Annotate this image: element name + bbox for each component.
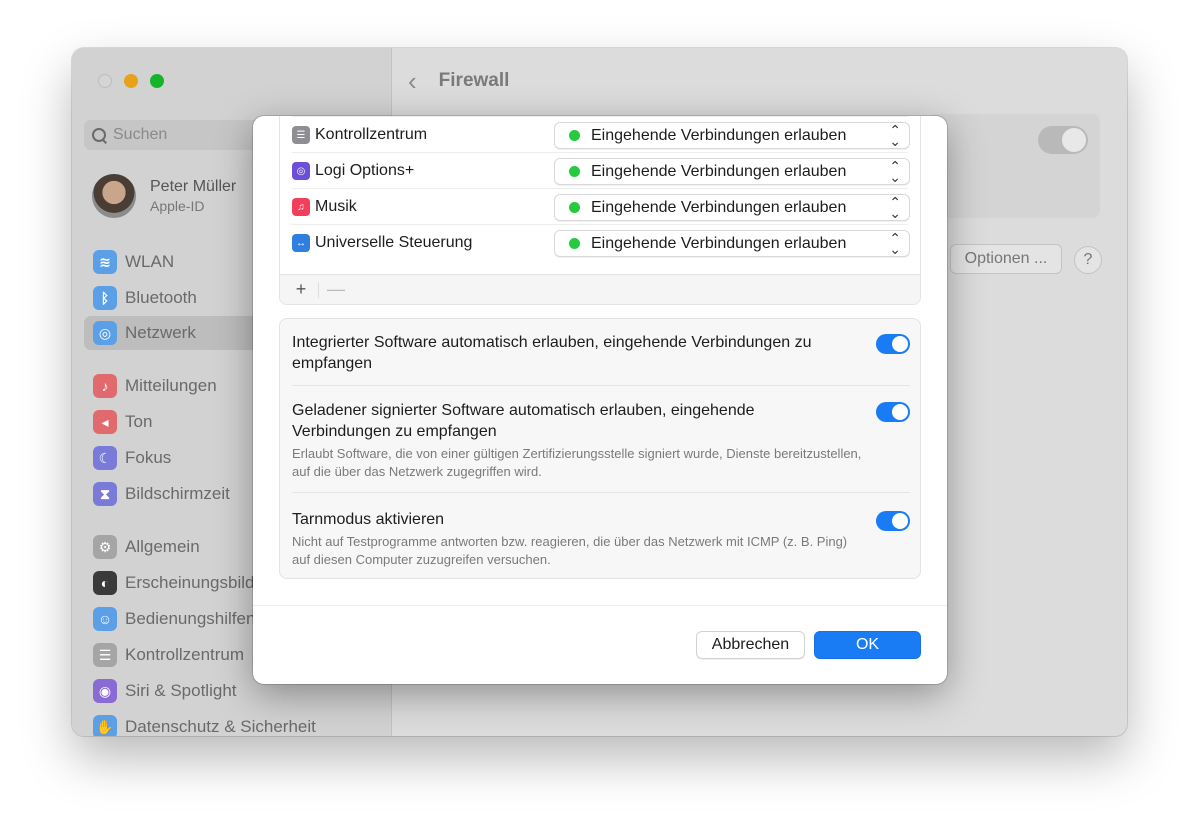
search-icon: [92, 127, 107, 143]
connection-state: Eingehende Verbindungen erlauben: [591, 234, 847, 252]
zoom-window-button[interactable]: [150, 74, 164, 88]
option-label: Geladener signierter Software automatisc…: [292, 402, 755, 440]
moon-icon: ☾: [93, 446, 117, 470]
option-builtin-software: Integrierter Software automatisch erlaub…: [292, 332, 910, 386]
status-dot: [569, 238, 580, 249]
connection-state: Eingehende Verbindungen erlauben: [591, 126, 847, 144]
chevron-updown-icon: ⌃ ⌄: [889, 194, 901, 221]
firewall-toggle[interactable]: [1038, 126, 1088, 154]
sidebar-item-label: Netzwerk: [125, 323, 196, 342]
remove-app-button[interactable]: —: [325, 279, 347, 300]
sidebar-item-datenschutz[interactable]: ✋ Datenschutz & Sicherheit: [84, 710, 388, 736]
firewall-options-sheet: ☰ Kontrollzentrum Eingehende Verbindunge…: [253, 116, 947, 684]
sidebar-item-label: Erscheinungsbild: [125, 573, 255, 592]
sidebar-item-label: Datenschutz & Sicherheit: [125, 717, 316, 736]
hand-icon: ✋: [93, 715, 117, 736]
divider: [253, 605, 947, 606]
apple-id-profile[interactable]: Peter Müller Apple-ID: [92, 174, 236, 218]
firewall-options-group: Integrierter Software automatisch erlaub…: [279, 318, 921, 579]
options-button[interactable]: Optionen ...: [950, 244, 1062, 274]
sidebar-item-label: Bedienungshilfen: [125, 609, 256, 628]
option-description: Erlaubt Software, die von einer gültigen…: [292, 446, 862, 479]
sidebar-item-label: Allgemein: [125, 537, 200, 556]
hourglass-icon: ⧗: [93, 482, 117, 506]
logi-icon: ◎: [292, 162, 310, 180]
minimize-window-button[interactable]: [124, 74, 138, 88]
sidebar-item-label: Kontrollzentrum: [125, 645, 245, 664]
builtin-software-toggle[interactable]: [876, 334, 910, 354]
list-item[interactable]: ◎ Logi Options+ Eingehende Verbindungen …: [280, 153, 920, 189]
back-chevron-icon[interactable]: ‹: [408, 68, 417, 94]
list-item[interactable]: ♫ Musik Eingehende Verbindungen erlauben…: [280, 189, 920, 225]
appearance-icon: ◐: [93, 571, 117, 595]
cancel-button[interactable]: Abbrechen: [696, 631, 805, 659]
sidebar-item-label: Mitteilungen: [125, 376, 217, 395]
option-signed-software: Geladener signierter Software automatisc…: [292, 400, 910, 493]
list-item[interactable]: ☰ Kontrollzentrum Eingehende Verbindunge…: [280, 117, 920, 153]
avatar: [92, 174, 136, 218]
app-name: Logi Options+: [315, 162, 415, 179]
sidebar-item-label: Bluetooth: [125, 288, 197, 307]
connection-state: Eingehende Verbindungen erlauben: [591, 198, 847, 216]
music-icon: ♫: [292, 198, 310, 216]
chevron-updown-icon: ⌃ ⌄: [889, 122, 901, 149]
gear-icon: ⚙: [93, 535, 117, 559]
connection-popup[interactable]: Eingehende Verbindungen erlauben ⌃ ⌄: [554, 122, 910, 149]
sidebar-item-label: Siri & Spotlight: [125, 681, 237, 700]
wifi-icon: ≋: [93, 250, 117, 274]
status-dot: [569, 130, 580, 141]
chevron-updown-icon: ⌃ ⌄: [889, 230, 901, 257]
universal-control-icon: ↔: [292, 234, 310, 252]
status-dot: [569, 166, 580, 177]
control-center-icon: ☰: [93, 643, 117, 667]
connection-popup[interactable]: Eingehende Verbindungen erlauben ⌃ ⌄: [554, 158, 910, 185]
connection-state: Eingehende Verbindungen erlauben: [591, 162, 847, 180]
ok-button[interactable]: OK: [814, 631, 921, 659]
option-label: Integrierter Software automatisch erlaub…: [292, 334, 812, 372]
app-name: Universelle Steuerung: [315, 234, 473, 251]
sidebar-item-label: Ton: [125, 412, 153, 431]
stealth-mode-toggle[interactable]: [876, 511, 910, 531]
option-stealth-mode: Tarnmodus aktivieren Nicht auf Testprogr…: [292, 509, 910, 569]
sidebar-item-label: Bildschirmzeit: [125, 484, 230, 503]
profile-subtitle: Apple-ID: [150, 198, 205, 214]
sidebar-item-label: WLAN: [125, 252, 175, 271]
app-name: Kontrollzentrum: [315, 126, 428, 143]
bell-icon: ♪: [93, 374, 117, 398]
profile-name: Peter Müller: [150, 178, 237, 195]
chevron-updown-icon: ⌃ ⌄: [889, 158, 901, 185]
status-dot: [569, 202, 580, 213]
app-list: ☰ Kontrollzentrum Eingehende Verbindunge…: [279, 116, 921, 305]
sidebar-item-label: Fokus: [125, 448, 172, 467]
page-title: Firewall: [438, 70, 510, 91]
connection-popup[interactable]: Eingehende Verbindungen erlauben ⌃ ⌄: [554, 194, 910, 221]
help-button[interactable]: ?: [1074, 246, 1102, 274]
speaker-icon: ◂: [93, 410, 117, 434]
bluetooth-icon: ᛒ: [93, 286, 117, 310]
app-name: Musik: [315, 198, 357, 215]
accessibility-icon: ☺: [93, 607, 117, 631]
control-center-icon: ☰: [292, 126, 310, 144]
list-footer: + —: [280, 274, 920, 304]
option-description: Nicht auf Testprogramme antworten bzw. r…: [292, 534, 848, 567]
list-item[interactable]: ↔ Universelle Steuerung Eingehende Verbi…: [280, 225, 920, 261]
add-app-button[interactable]: +: [290, 279, 312, 300]
connection-popup[interactable]: Eingehende Verbindungen erlauben ⌃ ⌄: [554, 230, 910, 257]
close-window-button[interactable]: [98, 74, 112, 88]
content-header: ‹ Firewall: [408, 68, 509, 94]
siri-icon: ◉: [93, 679, 117, 703]
option-label: Tarnmodus aktivieren: [292, 511, 445, 528]
signed-software-toggle[interactable]: [876, 402, 910, 422]
globe-icon: ◎: [93, 321, 117, 345]
